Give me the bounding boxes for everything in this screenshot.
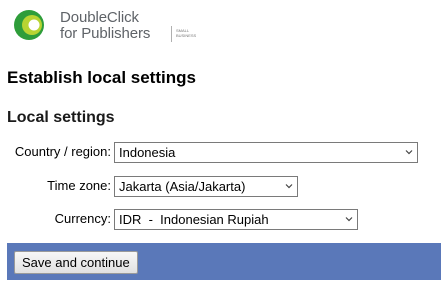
- brand-divider: [171, 26, 172, 42]
- currency-select[interactable]: IDR - Indonesian Rupiah: [114, 209, 358, 230]
- section-title: Local settings: [7, 109, 115, 126]
- doubleclick-logo-icon: [14, 10, 44, 40]
- brand-name-line2: for Publishers: [60, 25, 151, 42]
- chevron-down-icon: [405, 150, 413, 155]
- action-bar: Save and continue: [7, 243, 441, 280]
- currency-label: Currency:: [54, 211, 111, 226]
- timezone-label: Time zone:: [47, 178, 111, 193]
- save-and-continue-button[interactable]: Save and continue: [14, 251, 138, 274]
- brand-name-line1: DoubleClick: [60, 9, 139, 26]
- brand-name: DoubleClick for Publishers: [60, 10, 150, 42]
- page-title: Establish local settings: [7, 68, 196, 87]
- brand-edition: Small Business: [176, 28, 196, 38]
- country-select-value: Indonesia: [119, 145, 176, 160]
- chevron-down-icon: [285, 184, 293, 189]
- brand-edition-line2: Business: [176, 33, 197, 38]
- currency-select-value: IDR - Indonesian Rupiah: [119, 212, 269, 227]
- chevron-down-icon: [345, 217, 353, 222]
- country-select[interactable]: Indonesia: [114, 142, 418, 163]
- timezone-select-value: Jakarta (Asia/Jakarta): [119, 179, 246, 194]
- country-label: Country / region:: [14, 144, 111, 159]
- timezone-select[interactable]: Jakarta (Asia/Jakarta): [114, 176, 298, 197]
- doubleclick-logo: DoubleClick for Publishers Small Busines…: [12, 6, 212, 44]
